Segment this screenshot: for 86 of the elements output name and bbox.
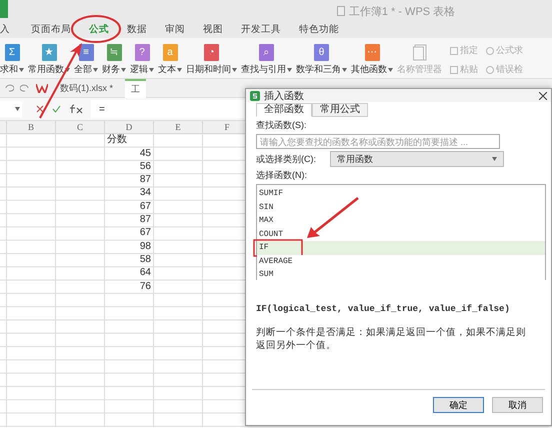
caret-icon [149,68,154,72]
document-tab[interactable]: 数码(1).xlsx * [54,80,120,96]
check-icon[interactable] [52,105,61,113]
sheet-icon [450,66,458,74]
field-label: 选择函数(N): [256,169,308,182]
name-box[interactable] [0,101,22,117]
ribbon-button[interactable]: 数学和三角 [296,63,347,76]
sheet-icon [450,46,458,54]
tile-icon: ⋯ [364,44,380,61]
ribbon-button[interactable]: 日期和时间 [186,63,237,76]
dialog-title: 插入函数 [264,90,305,102]
category-select[interactable]: 常用函数 [330,151,504,167]
annotation-arrow [307,197,359,238]
dialog-tab[interactable]: 全部函数 [256,103,312,117]
caret-icon [93,68,98,72]
tile-icon: Σ [4,44,20,61]
table-cell-text: 67 [138,227,152,240]
close-icon[interactable] [539,92,547,100]
table-cell-text: 87 [138,174,152,188]
ribbon-button[interactable]: 求和 [0,63,24,76]
function-description: 判断一个条件是否满足：如果满足返回一个值，如果不满足则返回另外一个值。 [256,326,526,352]
function-icon[interactable] [69,104,83,114]
ribbon-tab[interactable]: 数据 [118,22,156,38]
tile-icon: a [162,44,178,61]
ribbon-button[interactable]: 全部 [74,63,98,76]
ribbon-tab[interactable]: 入 [0,22,22,38]
document-tab[interactable]: 工 [125,78,146,98]
circle-icon [486,46,494,54]
tile-icon: ★ [42,44,56,61]
dialog-tab[interactable]: 常用公式 [312,103,368,117]
column-header: D [105,121,154,134]
document-stack-icon [412,44,426,61]
ribbon-tab[interactable]: 页面布局 [22,22,80,38]
search-field[interactable]: 请输入您要查找的函数名称或函数功能的简要描述 ... [256,134,500,149]
window-title: 工作簿1 * - WPS 表格 [348,4,456,18]
tile-icon: ◔ [204,44,219,61]
tile-icon: ≒ [106,44,122,61]
column-header: C [56,121,105,134]
circle-icon [486,66,494,74]
function-item[interactable]: SUM [257,268,545,282]
column-header: E [154,121,203,134]
table-cell-text: 45 [138,148,152,161]
table-cell-text: 98 [138,240,152,254]
cancel-icon[interactable] [36,105,44,113]
ribbon-button[interactable]: 其他函数 [351,63,393,76]
dialog-button[interactable]: 确定 [433,397,484,413]
caret-icon [19,68,24,72]
table-cell-text: 64 [138,267,152,280]
function-signature: IF(logical_test, value_if_true, value_if_false) [256,304,511,314]
caret-icon [15,107,20,111]
tile-icon: θ [314,44,329,61]
column-header: B [7,121,56,134]
ribbon-button[interactable]: 查找与引用 [241,63,292,76]
ribbon-button[interactable]: 财务 [102,63,126,76]
table-cell-text: 87 [138,214,152,228]
tile-icon: ≡ [78,44,94,61]
ribbon-tab[interactable]: 特色功能 [290,22,348,38]
redo-icon[interactable] [20,84,30,92]
document-icon [336,6,345,16]
table-cell-text: 56 [138,160,152,174]
ribbon-button[interactable]: 逻辑 [130,63,154,76]
caret-icon [342,68,347,72]
field-label: 查找函数(S): [256,119,308,132]
caret-icon [121,68,126,72]
caret-icon [388,68,393,72]
app-logo-icon [0,0,8,18]
caret-icon [232,68,237,72]
table-cell-text: 58 [138,254,152,267]
table-cell-text: 67 [138,200,152,214]
caret-icon [177,68,182,72]
ribbon-tab[interactable]: 开发工具 [232,22,290,38]
table-cell-text: 分数 [106,134,128,148]
wps-logo-icon [36,84,48,92]
caret-icon [287,68,292,72]
ribbon-button[interactable]: 文本 [158,63,182,76]
ribbon-tab[interactable]: 视图 [194,22,232,38]
tile-icon: ⌕ [259,44,274,61]
tile-icon: ? [134,44,150,61]
undo-icon[interactable] [4,84,14,92]
dialog-button[interactable]: 取消 [492,397,543,413]
table-cell-text: 34 [138,187,152,200]
annotation-circle [71,15,121,43]
field-label: 或选择类别(C): [256,152,316,166]
caret-icon [492,157,497,161]
ribbon-tab[interactable]: 审阅 [156,22,194,38]
table-cell-text: 76 [138,280,152,294]
